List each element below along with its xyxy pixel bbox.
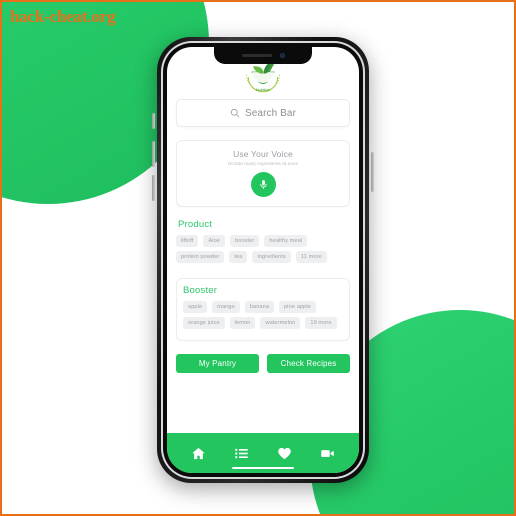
nav-item-favorites[interactable] bbox=[274, 442, 296, 464]
section-title-product: Product bbox=[178, 219, 213, 230]
chip-row-booster-2: orange juice lemon watermelon 19 more bbox=[183, 317, 343, 329]
microphone-button[interactable] bbox=[250, 172, 276, 197]
nav-item-list[interactable] bbox=[231, 442, 253, 464]
chip-product[interactable]: healthy meal bbox=[264, 235, 308, 247]
nav-item-videos[interactable] bbox=[317, 442, 339, 464]
chip-booster-more[interactable]: 19 more bbox=[305, 317, 337, 329]
chip-product-more[interactable]: 11 more bbox=[295, 251, 327, 263]
chip-product[interactable]: booster bbox=[230, 235, 260, 247]
svg-text:Nutrition: Nutrition bbox=[256, 88, 270, 92]
front-camera-icon bbox=[279, 53, 285, 58]
voice-card-title: Use Your Voice bbox=[233, 149, 293, 159]
phone-volume-down-button[interactable] bbox=[152, 175, 155, 201]
bottom-navigation-bar bbox=[167, 433, 359, 473]
phone-inner-bezel: Nutrition Search Bar Use Your Voice Dict… bbox=[161, 41, 365, 479]
video-camera-icon bbox=[321, 449, 334, 457]
search-input[interactable]: Search Bar bbox=[176, 99, 350, 127]
search-placeholder-text: Search Bar bbox=[244, 107, 297, 119]
section-title-booster: Booster bbox=[183, 285, 218, 296]
chip-product[interactable]: liftoff bbox=[176, 235, 199, 247]
heart-icon bbox=[278, 447, 291, 459]
chip-booster[interactable]: pine apple bbox=[279, 301, 316, 313]
chip-product[interactable]: tea bbox=[229, 251, 248, 263]
my-pantry-button[interactable]: My Pantry bbox=[176, 354, 259, 373]
earpiece-speaker-icon bbox=[241, 54, 272, 57]
chip-booster[interactable]: watermelon bbox=[260, 317, 301, 329]
chip-booster[interactable]: apple bbox=[183, 301, 208, 313]
phone-device: Nutrition Search Bar Use Your Voice Dict… bbox=[152, 37, 374, 483]
nav-item-home[interactable] bbox=[188, 442, 210, 464]
section-booster: Booster apple mango banana pine apple or… bbox=[176, 278, 350, 341]
check-recipes-button[interactable]: Check Recipes bbox=[267, 354, 350, 373]
chip-row-product-1: liftoff Aloe booster healthy meal bbox=[176, 235, 350, 247]
chip-booster[interactable]: mango bbox=[212, 301, 240, 313]
phone-silent-switch[interactable] bbox=[152, 113, 155, 129]
phone-volume-up-button[interactable] bbox=[152, 141, 155, 167]
section-product: Product liftoff Aloe booster healthy mea… bbox=[176, 219, 350, 267]
search-icon bbox=[230, 108, 240, 118]
voice-input-card[interactable]: Use Your Voice Dictate many ingredients … bbox=[176, 140, 350, 207]
action-button-row: My Pantry Check Recipes bbox=[176, 354, 350, 373]
chip-row-booster-1: apple mango banana pine apple bbox=[183, 301, 343, 313]
chip-booster[interactable]: lemon bbox=[229, 317, 256, 329]
app-content: Nutrition Search Bar Use Your Voice Dict… bbox=[167, 47, 359, 433]
chip-product[interactable]: ingredients bbox=[252, 251, 291, 263]
watermark-text: hack-cheat.org bbox=[10, 7, 116, 26]
home-icon bbox=[192, 447, 205, 459]
phone-notch bbox=[214, 47, 312, 64]
phone-bezel: Nutrition Search Bar Use Your Voice Dict… bbox=[163, 43, 363, 477]
home-indicator bbox=[232, 466, 294, 469]
phone-screen: Nutrition Search Bar Use Your Voice Dict… bbox=[167, 47, 359, 473]
chip-product[interactable]: Aloe bbox=[203, 235, 226, 247]
chip-row-product-2: protein powder tea ingredients 11 more bbox=[176, 251, 350, 263]
phone-power-button[interactable] bbox=[371, 152, 374, 192]
voice-card-subtitle: Dictate many ingredients at once bbox=[227, 161, 299, 166]
chip-booster[interactable]: banana bbox=[244, 301, 275, 313]
chip-booster[interactable]: orange juice bbox=[183, 317, 225, 329]
mortar-pestle-leaf-logo-icon: Nutrition bbox=[243, 59, 283, 95]
list-icon bbox=[235, 448, 248, 458]
page-frame: hack-cheat.org Nutrition Search Bar Use … bbox=[0, 0, 516, 516]
microphone-icon bbox=[259, 180, 267, 190]
chip-product[interactable]: protein powder bbox=[176, 251, 225, 263]
